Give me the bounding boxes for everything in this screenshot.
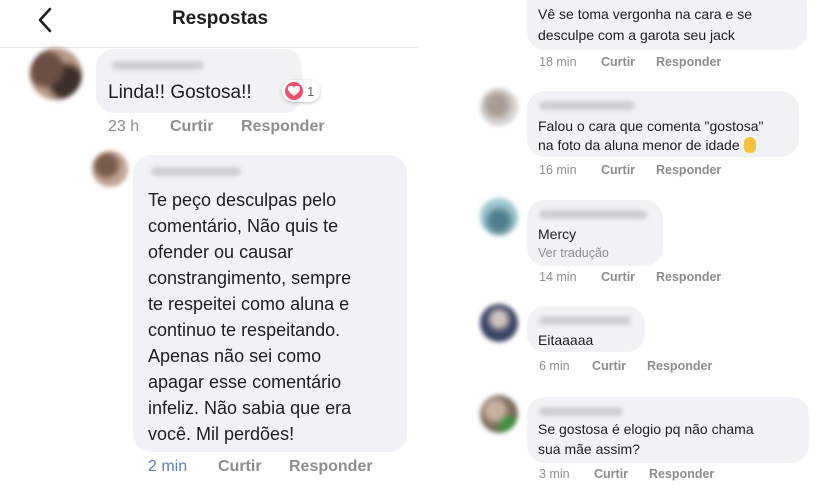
replies-header: Respostas xyxy=(0,0,418,48)
like-button[interactable]: Curtir xyxy=(170,118,214,136)
comment-bubble: Se gostosa é elogio pq não chama sua mãe… xyxy=(527,397,809,463)
blurred-author-name[interactable] xyxy=(151,167,241,176)
comment-bubble: Vê se toma vergonha na cara e se desculp… xyxy=(527,0,807,50)
comment-line: continuo te respeitando. xyxy=(148,320,341,340)
reply-button[interactable]: Responder xyxy=(241,118,325,136)
page-title: Respostas xyxy=(171,8,269,29)
comment-time: 6 min xyxy=(539,359,570,373)
comment-line: Vê se toma vergonha na cara e se xyxy=(538,6,753,22)
comment-time: 3 min xyxy=(539,467,570,481)
like-button[interactable]: Curtir xyxy=(594,467,628,481)
comment-time: 16 min xyxy=(539,163,577,177)
comment-line: Te peço desculpas pelo xyxy=(148,190,337,210)
comment-text: Eitaaaaa xyxy=(538,332,594,348)
like-button[interactable]: Curtir xyxy=(601,163,635,177)
comment-line: ofender ou causar xyxy=(148,242,294,262)
reply-button[interactable]: Responder xyxy=(656,163,721,177)
panel-divider xyxy=(418,0,470,492)
avatar[interactable] xyxy=(480,304,518,342)
reaction-badge[interactable]: 1 xyxy=(282,80,321,102)
comment-line: desculpe com a garota seu jack xyxy=(538,27,735,43)
reply-button[interactable]: Responder xyxy=(656,270,721,284)
reply-button[interactable]: Responder xyxy=(289,458,373,476)
blurred-author-name[interactable] xyxy=(539,101,635,110)
avatar[interactable] xyxy=(92,151,128,187)
blurred-author-name[interactable] xyxy=(539,407,623,416)
avatar[interactable] xyxy=(480,395,518,433)
comment-line: Falou o cara que comenta "gostosa" xyxy=(538,118,764,134)
like-button[interactable]: Curtir xyxy=(601,270,635,284)
comment-bubble: Linda!! Gostosa!! xyxy=(96,49,302,113)
like-button[interactable]: Curtir xyxy=(592,359,626,373)
comment-line: Se gostosa é elogio pq não chama xyxy=(538,421,754,437)
heart-reaction-icon xyxy=(285,82,303,100)
reply-button[interactable]: Responder xyxy=(647,359,712,373)
avatar[interactable] xyxy=(480,88,518,126)
ok-hand-emoji-icon xyxy=(743,137,756,153)
comment-time: 14 min xyxy=(539,270,577,284)
reply-button[interactable]: Responder xyxy=(649,467,714,481)
reaction-count: 1 xyxy=(307,83,315,99)
like-button[interactable]: Curtir xyxy=(601,55,635,69)
blurred-author-name[interactable] xyxy=(539,210,647,219)
blurred-author-name[interactable] xyxy=(112,61,204,70)
blurred-author-name[interactable] xyxy=(539,316,631,325)
avatar[interactable] xyxy=(480,198,518,236)
comment-line: infeliz. Não sabia que era xyxy=(148,398,352,418)
comment-line: Apenas não sei como xyxy=(148,346,322,366)
comment-line: apagar esse comentário xyxy=(148,372,342,392)
comment-line: sua mãe assim? xyxy=(538,441,640,457)
comment-bubble: Mercy Ver tradução xyxy=(527,200,663,266)
like-button[interactable]: Curtir xyxy=(218,458,262,476)
left-screenshot-panel: Respostas Linda!! Gostosa!! 1 23 h Curti… xyxy=(0,0,418,492)
right-screenshot-panel: Vê se toma vergonha na cara e se desculp… xyxy=(470,0,820,492)
avatar[interactable] xyxy=(30,48,82,100)
translate-link[interactable]: Ver tradução xyxy=(538,246,609,260)
comment-time: 23 h xyxy=(108,118,140,135)
comment-line: na foto da aluna menor de idade xyxy=(538,137,740,153)
comment-line: constrangimento, sempre xyxy=(148,268,352,288)
comment-line: você. Mil perdões! xyxy=(148,424,295,444)
comment-text: Linda!! Gostosa!! xyxy=(108,82,252,103)
comment-time: 2 min xyxy=(148,458,188,475)
reply-button[interactable]: Responder xyxy=(656,55,721,69)
comment-bubble: Falou o cara que comenta "gostosa" na fo… xyxy=(527,91,799,157)
comment-line-wrapper: na foto da aluna menor de idade xyxy=(538,137,756,153)
comment-text: Mercy xyxy=(538,226,577,242)
comment-line: comentário, Não quis te xyxy=(148,216,339,236)
comment-bubble: Te peço desculpas pelo comentário, Não q… xyxy=(133,155,407,452)
comment-time: 18 min xyxy=(539,55,577,69)
comment-line: te respeitei como aluna e xyxy=(148,294,350,314)
comment-bubble: Eitaaaaa xyxy=(527,306,645,352)
